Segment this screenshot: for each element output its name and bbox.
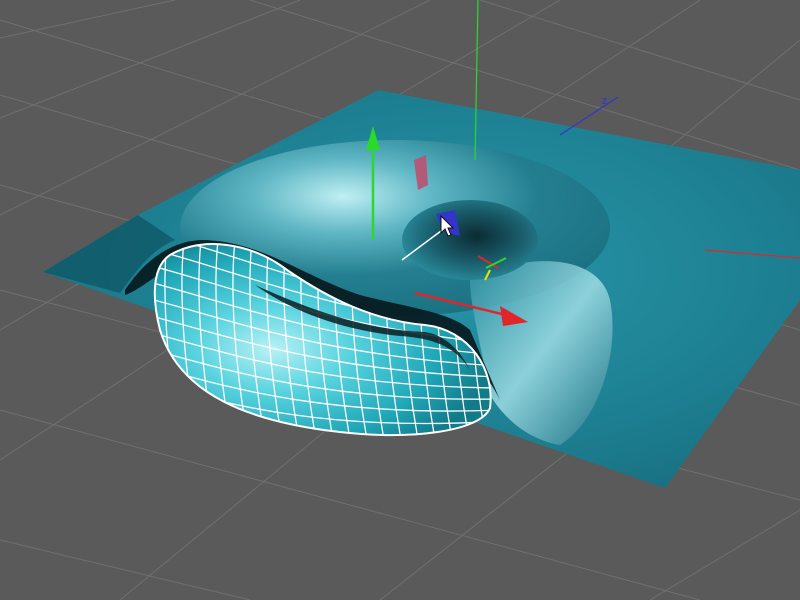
world-z-axis — [559, 96, 619, 136]
viewport-canvas[interactable]: z — [0, 0, 800, 600]
plane-hole — [402, 200, 538, 280]
grid-line — [649, 509, 800, 600]
3d-viewport[interactable]: z — [0, 0, 800, 600]
world-z-label: z — [602, 95, 608, 107]
grid-line — [0, 0, 301, 119]
grid-line — [479, 0, 800, 101]
grid-line — [0, 539, 251, 600]
grid-line — [0, 0, 176, 39]
